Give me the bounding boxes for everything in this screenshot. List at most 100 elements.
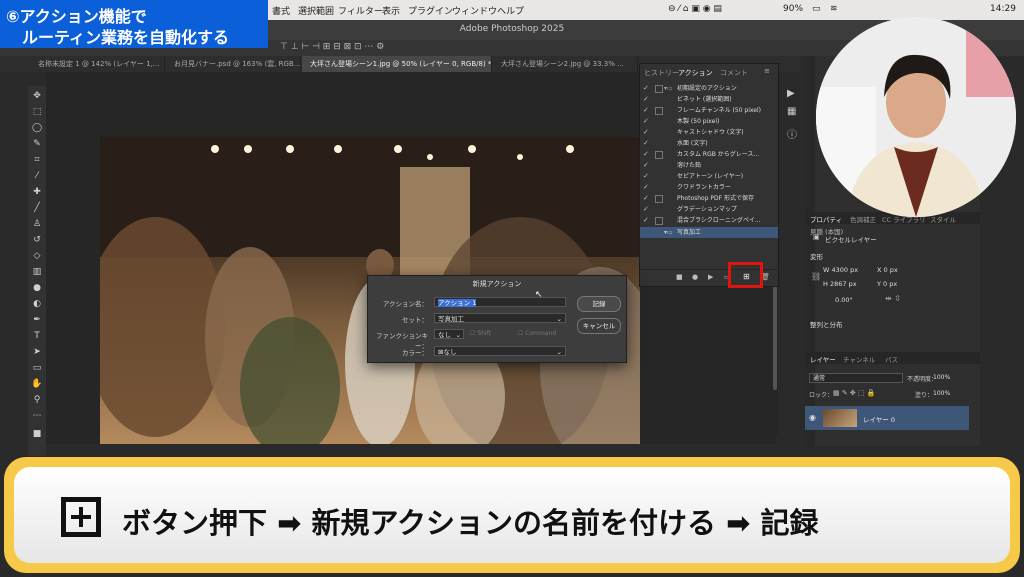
dodge-tool-icon[interactable]: ◐ [31, 298, 43, 310]
tab-doc-4[interactable]: 大坪さん登場シーン2.jpg @ 33.3% ... [493, 56, 638, 72]
menu-filter[interactable]: フィルター [338, 4, 383, 17]
color-value: なし [443, 348, 457, 356]
path-select-icon[interactable]: ➤ [31, 346, 43, 358]
tab-comments[interactable]: コメント [720, 68, 748, 78]
blend-mode-value: 通常 [813, 375, 826, 382]
cancel-button[interactable]: キャンセル [577, 318, 621, 334]
action-row[interactable]: ✓ ビネット (選択範囲) [640, 94, 778, 105]
tab-styles[interactable]: スタイル [930, 214, 956, 224]
action-label: 溶けた鉛 [677, 162, 702, 169]
record-button[interactable]: 記録 [577, 296, 621, 312]
menu-select[interactable]: 選択範囲 [298, 4, 334, 17]
lasso-tool-icon[interactable]: ◯ [31, 122, 43, 134]
menu-format[interactable]: 書式 [272, 4, 290, 17]
play-icon[interactable]: ▶ [787, 88, 795, 99]
pixel-layer-icon: ▣ [813, 233, 820, 241]
layer-name[interactable]: レイヤー 0 [863, 414, 895, 424]
angle-field[interactable]: 0.00° [835, 296, 853, 304]
tab-doc-2[interactable]: お月見バナー.psd @ 163% (雲, RGB... [166, 56, 301, 72]
tab-channels[interactable]: チャンネル [843, 354, 875, 364]
play-selection-icon[interactable]: ▶ [708, 273, 713, 281]
tab-layers[interactable]: レイヤー [810, 354, 836, 364]
color-select[interactable]: ⊠なし ⌄ [434, 346, 566, 356]
action-name-value: アクション 1 [438, 299, 477, 307]
color-swatch-icon[interactable]: ■ [31, 428, 43, 440]
x-field[interactable]: X 0 px [877, 266, 898, 274]
action-row[interactable]: ✓ クワドラントカラー [640, 182, 778, 193]
tools-panel: ✥ ⬚ ◯ ✎ ⌗ ⁄ ✚ ╱ ♙ ↺ ◇ ▥ ● ◐ ✒ T ➤ ▭ ✋ ⚲ … [28, 86, 46, 456]
set-select[interactable]: 写真加工 ⌄ [434, 313, 566, 323]
type-tool-icon[interactable]: T [31, 330, 43, 342]
panel-menu-icon[interactable]: ≡ [764, 67, 770, 75]
menu-help[interactable]: ヘルプ [497, 4, 524, 17]
lock-icons[interactable]: ▦ ✎ ✥ ⬚ 🔒 [833, 389, 876, 397]
move-tool-icon[interactable]: ✥ [31, 90, 43, 102]
healing-tool-icon[interactable]: ✚ [31, 186, 43, 198]
marquee-tool-icon[interactable]: ⬚ [31, 106, 43, 118]
menu-view[interactable]: 表示 [382, 4, 400, 17]
action-row[interactable]: ✓ 水面 (文字) [640, 138, 778, 149]
info-icon[interactable]: ⓘ [787, 126, 797, 141]
fill-value[interactable]: 100% [933, 390, 950, 397]
align-heading: 整列と分布 [810, 321, 843, 329]
action-set-row[interactable]: ✓ ▾▭ 初期設定のアクション [640, 83, 778, 94]
action-row[interactable]: ✓ フレームチャンネル (50 pixel) [640, 105, 778, 116]
fill-label: 塗り： [915, 392, 934, 399]
action-row[interactable]: ✓ カスタム RGB からグレース... [640, 149, 778, 160]
stamp-tool-icon[interactable]: ♙ [31, 218, 43, 230]
width-field[interactable]: W 4300 px [823, 266, 858, 274]
check-icon[interactable]: ✓ [643, 83, 649, 94]
blur-tool-icon[interactable]: ● [31, 282, 43, 294]
cube-icon[interactable]: ▦ [787, 106, 796, 117]
shape-tool-icon[interactable]: ▭ [31, 362, 43, 374]
tab-doc-1[interactable]: 名称未設定 1 @ 142% (レイヤー 1,... [30, 56, 165, 72]
menu-plugins[interactable]: プラグイン [408, 4, 453, 17]
quick-select-icon[interactable]: ✎ [31, 138, 43, 150]
blend-mode-select[interactable]: 通常 [809, 373, 903, 383]
pen-tool-icon[interactable]: ✒ [31, 314, 43, 326]
new-action-set-row[interactable]: ▾▭ 写真加工 [640, 227, 778, 238]
flip-icons[interactable]: ⇹ ⇳ [885, 294, 901, 303]
tab-adjustments[interactable]: 色調補正 [850, 214, 876, 224]
history-brush-icon[interactable]: ↺ [31, 234, 43, 246]
tab-actions[interactable]: アクション [678, 68, 713, 78]
layer-row[interactable]: ◉ レイヤー 0 [805, 406, 969, 430]
dialog-toggle-icon[interactable] [655, 85, 663, 93]
link-icon[interactable]: ⛓ [811, 272, 821, 281]
tab-paths[interactable]: パス [885, 354, 898, 364]
action-row[interactable]: ✓ 混合ブラシクローニングペイ... [640, 215, 778, 226]
height-field[interactable]: H 2867 px [823, 280, 857, 288]
action-row[interactable]: ✓ キャストシャドウ (文字) [640, 127, 778, 138]
action-row[interactable]: ✓ グラデーションマップ [640, 204, 778, 215]
shift-checkbox[interactable]: ☐ Shift [470, 330, 491, 337]
tab-doc-3[interactable]: 大坪さん登場シーン1.jpg @ 50% (レイヤー 0, RGB/8) * [302, 56, 492, 72]
eye-icon[interactable]: ◉ [809, 413, 816, 422]
eraser-tool-icon[interactable]: ◇ [31, 250, 43, 262]
menu-window[interactable]: ウィンドウ [452, 4, 497, 17]
zoom-tool-icon[interactable]: ⚲ [31, 394, 43, 406]
action-row[interactable]: ✓ セピアトーン (レイヤー) [640, 171, 778, 182]
folder-icon: ▾▭ [664, 229, 673, 236]
hand-tool-icon[interactable]: ✋ [31, 378, 43, 390]
function-key-select[interactable]: なし ⌄ [434, 329, 464, 339]
action-row[interactable]: ✓ 木製 (50 pixel) [640, 116, 778, 127]
record-icon[interactable]: ● [692, 273, 698, 281]
opacity-value[interactable]: 100% [933, 374, 950, 381]
action-label: ビネット (選択範囲) [677, 96, 732, 103]
crop-tool-icon[interactable]: ⌗ [31, 154, 43, 166]
y-field[interactable]: Y 0 px [877, 280, 897, 288]
gradient-tool-icon[interactable]: ▥ [31, 266, 43, 278]
align-icons[interactable]: ⊤ ⊥ ⊢ ⊣ ⊞ ⊟ ⊠ ⊡ ⋯ ⚙ [280, 42, 384, 52]
more-tools-icon[interactable]: ⋯ [31, 410, 43, 422]
brush-tool-icon[interactable]: ╱ [31, 202, 43, 214]
action-name-input[interactable]: アクション 1 [434, 297, 566, 307]
command-checkbox[interactable]: ☐ Command [518, 330, 556, 337]
action-label: 水面 (文字) [677, 140, 708, 147]
tab-properties[interactable]: プロパティ [810, 214, 842, 224]
action-row[interactable]: ✓ 溶けた鉛 [640, 160, 778, 171]
stop-icon[interactable]: ■ [676, 273, 683, 281]
tab-history[interactable]: ヒストリー [644, 68, 679, 78]
banner-line-2: ルーティン業務を自動化する [22, 28, 230, 47]
eyedropper-icon[interactable]: ⁄ [31, 170, 43, 182]
action-row[interactable]: ✓ Photoshop PDF 形式で保存 [640, 193, 778, 204]
